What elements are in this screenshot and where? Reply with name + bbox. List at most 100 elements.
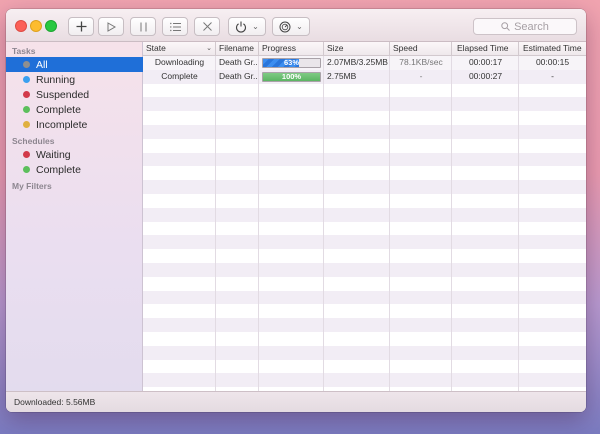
column-header-filename[interactable]: Filename (216, 42, 259, 56)
list-icon (169, 22, 181, 31)
empty-table-row (143, 180, 586, 194)
list-button[interactable] (162, 17, 188, 36)
empty-table-row (143, 359, 586, 374)
column-divider (451, 42, 452, 391)
table-body: Downloading Death Gr... 63% 2.07MB/3.25MB 78… (143, 56, 586, 391)
status-dot-icon (23, 106, 30, 113)
empty-table-row (143, 345, 586, 360)
empty-table-row (143, 152, 586, 167)
cell-progress: 63% (259, 56, 324, 70)
x-icon (202, 22, 212, 31)
status-bar: Downloaded: 5.56MB (6, 391, 586, 412)
progress-label: 100% (281, 71, 302, 81)
sidebar-item-complete[interactable]: Complete (6, 102, 143, 117)
column-divider (323, 42, 324, 391)
column-header-label: Filename (219, 43, 254, 53)
toolbar: ⌄ ⌄ Search (6, 9, 586, 42)
sidebar-header-schedules: Schedules (12, 136, 55, 146)
status-dot-icon (23, 166, 30, 173)
column-divider (518, 42, 519, 391)
sidebar-item-all[interactable]: All (6, 57, 143, 72)
empty-table-row (143, 166, 586, 181)
search-icon (501, 22, 510, 31)
progress-bar: 100% (262, 71, 321, 82)
chevron-down-icon: ⌄ (206, 45, 212, 52)
cell-size: 2.07MB/3.25MB (327, 57, 388, 67)
chevron-down-icon: ⌄ (252, 21, 259, 31)
sidebar-item-label: Waiting (36, 148, 71, 161)
search-field[interactable]: Search (473, 18, 577, 35)
pause-icon (140, 22, 146, 31)
progress-bar: 63% (262, 58, 321, 68)
cell-progress: 100% (259, 70, 324, 84)
status-dot-icon (23, 151, 30, 158)
empty-table-row (143, 125, 586, 139)
sidebar-item-label: Running (36, 73, 76, 86)
column-divider (258, 42, 259, 391)
empty-table-row (143, 332, 586, 346)
cell-size: 2.75MB (327, 70, 357, 81)
sidebar-item-label: Suspended (36, 88, 90, 101)
minimize-window-button[interactable] (30, 20, 42, 32)
cell-filename: Death Gr... (219, 57, 259, 67)
column-header-progress[interactable]: Progress (259, 42, 324, 56)
empty-table-row (143, 194, 586, 208)
search-placeholder: Search (514, 20, 549, 33)
column-header-state[interactable]: State ⌄ (143, 42, 216, 56)
empty-table-row (143, 83, 586, 98)
cell-speed: - (419, 70, 423, 81)
empty-table-row (143, 276, 586, 291)
task-table: Downloading Death Gr... 63% 2.07MB/3.25MB 78… (143, 42, 586, 391)
empty-table-row (143, 249, 586, 263)
column-header-size[interactable]: Size (324, 42, 390, 56)
play-icon (107, 21, 116, 32)
empty-table-row (143, 207, 586, 222)
empty-table-row (143, 235, 586, 250)
sidebar-item-label: All (36, 58, 48, 71)
cell-speed: 78.1KB/sec (399, 57, 443, 67)
remove-button[interactable] (194, 17, 220, 36)
status-dot-icon (23, 76, 30, 83)
sidebar-item-incomplete[interactable]: Incomplete (6, 117, 143, 132)
sidebar-item-suspended[interactable]: Suspended (6, 87, 143, 102)
sidebar: Tasks All Running Suspended Complete Inc… (6, 42, 143, 391)
column-header-speed[interactable]: Speed (390, 42, 452, 56)
sidebar-item-label: Complete (36, 103, 81, 116)
zoom-window-button[interactable] (45, 20, 57, 32)
close-window-button[interactable] (15, 20, 27, 32)
add-task-button[interactable] (68, 17, 94, 36)
pause-button[interactable] (130, 17, 156, 36)
column-divider (215, 42, 216, 391)
sidebar-header-tasks: Tasks (12, 46, 36, 56)
cell-elapsed: 00:00:17 (468, 57, 503, 67)
speedometer-icon (279, 21, 291, 32)
speed-menu-button[interactable]: ⌄ (272, 17, 310, 36)
table-row[interactable]: Downloading Death Gr... 63% 2.07MB/3.25MB 78… (143, 56, 586, 70)
column-header-estimated-time[interactable]: Estimated Time (519, 42, 586, 56)
power-menu-button[interactable]: ⌄ (228, 17, 266, 36)
table-row[interactable]: Complete Death Gr... 100% 2.75MB - 00:00:27 - (143, 69, 586, 84)
cell-estimated: - (551, 70, 554, 81)
sidebar-item-schedule-complete[interactable]: Complete (6, 162, 143, 177)
resume-button[interactable] (98, 17, 124, 36)
empty-table-row (143, 290, 586, 305)
column-header-elapsed-time[interactable]: Elapsed Time (452, 42, 519, 56)
cell-filename: Death Gr... (219, 70, 259, 81)
sidebar-header-filters: My Filters (12, 181, 52, 191)
empty-table-row (143, 263, 586, 277)
sidebar-item-label: Complete (36, 163, 81, 176)
cell-state: Complete (161, 70, 198, 81)
empty-table-row (143, 111, 586, 125)
status-dot-icon (23, 121, 30, 128)
table-header: State ⌄ Filename Progress Size Speed Ela… (143, 42, 586, 56)
empty-table-row (143, 138, 586, 153)
status-dot-icon (23, 91, 30, 98)
cell-estimated: 00:00:15 (535, 57, 570, 67)
sidebar-item-waiting[interactable]: Waiting (6, 147, 143, 162)
app-window: ⌄ ⌄ Search Tasks All Running Suspended C… (6, 9, 586, 412)
column-header-label: Progress (262, 43, 297, 53)
sidebar-item-running[interactable]: Running (6, 72, 143, 87)
empty-table-row (143, 373, 586, 388)
column-divider (389, 42, 390, 391)
cell-elapsed: 00:00:27 (468, 70, 503, 81)
